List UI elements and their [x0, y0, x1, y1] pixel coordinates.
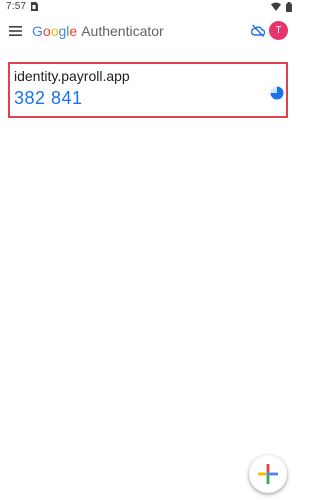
google-logo-letter: o	[42, 23, 51, 39]
sim-card-icon	[31, 2, 38, 11]
account-issuer: identity.payroll.app	[14, 68, 130, 84]
account-card[interactable]: identity.payroll.app 382 841	[8, 62, 288, 118]
add-icon	[258, 464, 278, 484]
app-name: Authenticator	[81, 23, 164, 39]
menu-icon[interactable]	[9, 25, 22, 37]
status-bar: 7:57	[0, 0, 299, 14]
battery-icon	[286, 2, 292, 12]
otp-code[interactable]: 382 841	[14, 87, 83, 109]
cloud-off-icon[interactable]	[251, 24, 265, 37]
countdown-pie-icon	[270, 86, 284, 100]
app-title: Google Authenticator	[32, 23, 164, 39]
app-bar: Google Authenticator T	[0, 14, 299, 48]
google-logo-letter: G	[32, 23, 43, 39]
wifi-icon	[271, 2, 281, 11]
status-time: 7:57	[6, 1, 27, 12]
add-account-button[interactable]	[249, 455, 287, 493]
avatar[interactable]: T	[269, 21, 288, 40]
google-logo-letter: e	[69, 23, 78, 39]
